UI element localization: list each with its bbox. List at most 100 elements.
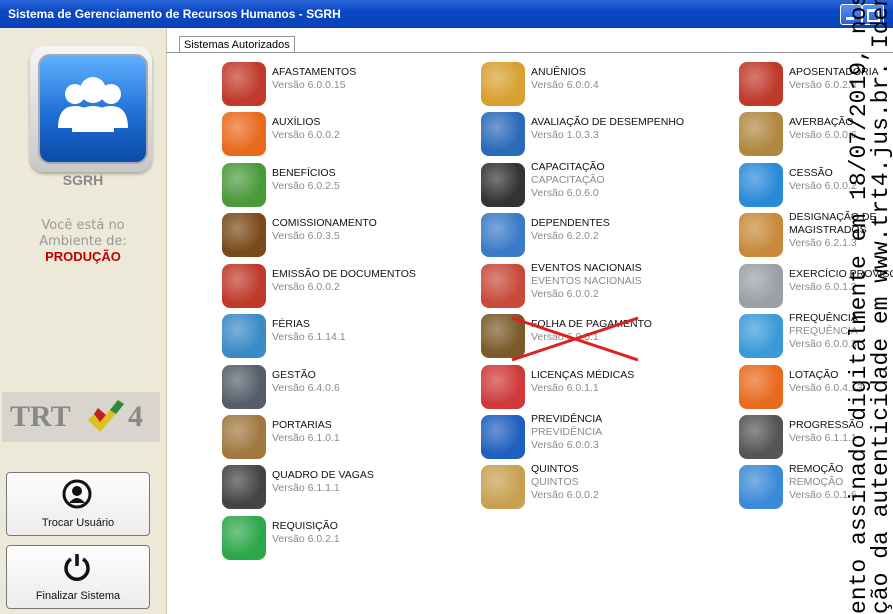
module-gest-o[interactable]: GESTÃO Versão 6.4.0.6 <box>222 365 462 411</box>
module-icon <box>222 415 266 459</box>
module-name: LOTAÇÃO <box>789 369 839 381</box>
module-dependentes[interactable]: DEPENDENTES Versão 6.2.0.2 <box>481 213 721 259</box>
module-name: REMOÇÃO <box>789 463 844 475</box>
module-avalia-o-de-desempenho[interactable]: AVALIAÇÃO DE DESEMPENHO Versão 1.0.3.3 <box>481 112 721 158</box>
module-name: AUXÍLIOS <box>272 116 321 128</box>
module-name: REQUISIÇÃO <box>272 520 338 532</box>
module-eventos-nacionais[interactable]: EVENTOS NACIONAIS EVENTOS NACIONAIS Versão… <box>481 262 721 310</box>
module-icon <box>222 163 266 207</box>
module-version: Versão 6.0.0.2 <box>531 489 599 501</box>
module-version: Versão 6.0.0.3 <box>531 439 599 451</box>
module-name: ANUÊNIOS <box>531 66 586 78</box>
module-icon <box>739 62 783 106</box>
module-icon <box>222 314 266 358</box>
module-name: PREVIDÊNCIA <box>531 413 603 425</box>
module-name: EVENTOS NACIONAIS <box>531 262 642 274</box>
module-name: QUINTOS <box>531 463 579 475</box>
app-logo <box>30 46 152 172</box>
module-icon <box>739 314 783 358</box>
tab-separator <box>166 52 893 53</box>
module-requisi-o[interactable]: REQUISIÇÃO Versão 6.0.2.1 <box>222 516 462 562</box>
module-name: COMISSIONAMENTO <box>272 217 377 229</box>
environment-caption: Você está no Ambiente de: <box>0 218 166 250</box>
module-subtitle: EVENTOS NACIONAIS <box>531 275 642 287</box>
module-anu-nios[interactable]: ANUÊNIOS Versão 6.0.0.4 <box>481 62 721 108</box>
module-icon <box>739 163 783 207</box>
module-icon <box>222 516 266 560</box>
module-icon <box>739 112 783 156</box>
module-icon <box>222 213 266 257</box>
exit-button[interactable]: Finalizar Sistema <box>6 545 150 609</box>
module-version: Versão 6.0.2.5 <box>272 180 340 192</box>
module-licen-as-m-dicas[interactable]: LICENÇAS MÉDICAS Versão 6.0.1.1 <box>481 365 721 411</box>
module-version: Versão 6.0.0.4 <box>531 79 599 91</box>
module-subtitle: QUINTOS <box>531 476 579 488</box>
environment-value: PRODUÇÃO <box>45 249 121 264</box>
module-name: QUADRO DE VAGAS <box>272 469 374 481</box>
module-icon <box>739 213 783 257</box>
switch-user-button[interactable]: Trocar Usuário <box>6 472 150 536</box>
module-comissionamento[interactable]: COMISSIONAMENTO Versão 6.0.3.5 <box>222 213 462 259</box>
module-name: PORTARIAS <box>272 419 332 431</box>
env-line-2: Ambiente de: <box>39 234 127 249</box>
module-version: Versão 6.0.0.15 <box>272 79 346 91</box>
module-subtitle: CAPACITAÇÃO <box>531 174 605 186</box>
module-subtitle: REMOÇÃO <box>789 476 844 488</box>
module-name: BENEFÍCIOS <box>272 167 336 179</box>
tab-authorized-systems[interactable]: Sistemas Autorizados <box>179 36 295 53</box>
module-icon <box>222 62 266 106</box>
module-icon <box>481 415 525 459</box>
module-icon <box>222 465 266 509</box>
module-emiss-o-de-documentos[interactable]: EMISSÃO DE DOCUMENTOS Versão 6.0.0.2 <box>222 264 462 310</box>
module-icon <box>481 264 525 308</box>
module-portarias[interactable]: PORTARIAS Versão 6.1.0.1 <box>222 415 462 461</box>
module-icon <box>481 465 525 509</box>
module-name: EMISSÃO DE DOCUMENTOS <box>272 268 416 280</box>
module-version: Versão 6.0.0.2 <box>272 281 340 293</box>
module-afastamentos[interactable]: AFASTAMENTOS Versão 6.0.0.15 <box>222 62 462 108</box>
module-version: Versão 6.0.0.2 <box>531 288 599 300</box>
module-name: DEPENDENTES <box>531 217 610 229</box>
module-icon <box>222 112 266 156</box>
module-icon <box>481 62 525 106</box>
module-version: Versão 6.4.0.6 <box>272 382 340 394</box>
module-version: Versão 6.0.3.5 <box>272 230 340 242</box>
module-name: LICENÇAS MÉDICAS <box>531 369 635 381</box>
module-name: CAPACITAÇÃO <box>531 161 605 173</box>
sidebar: SGRH Você está no Ambiente de: PRODUÇÃO … <box>0 28 167 614</box>
module-previd-ncia[interactable]: PREVIDÊNCIA PREVIDÊNCIA Versão 6.0.0.3 <box>481 413 721 461</box>
module-icon <box>739 365 783 409</box>
module-icon <box>739 264 783 308</box>
env-line-1: Você está no <box>41 218 125 233</box>
exit-label: Finalizar Sistema <box>35 590 121 602</box>
power-icon <box>64 554 90 581</box>
module-version: Versão 6.1.1.1 <box>272 482 340 494</box>
module-version: Versão 6.0.1.1 <box>531 382 599 394</box>
module-version: Versão 6.2.0.2 <box>531 230 599 242</box>
switch-user-label: Trocar Usuário <box>41 517 115 529</box>
disabled-cross-mark <box>511 316 639 362</box>
window-title: Sistema de Gerenciamento de Recursos Hum… <box>8 7 341 21</box>
module-version: Versão 1.0.3.3 <box>531 129 599 141</box>
module-quintos[interactable]: QUINTOS QUINTOS Versão 6.0.0.2 <box>481 463 721 511</box>
module-name: AVALIAÇÃO DE DESEMPENHO <box>531 116 685 128</box>
signature-watermark: ento assinado digitalmente em 18/07/2019… <box>840 0 893 614</box>
module-capacita-o[interactable]: CAPACITAÇÃO CAPACITAÇÃO Versão 6.0.6.0 <box>481 161 721 209</box>
module-icon <box>481 365 525 409</box>
module-icon <box>481 213 525 257</box>
module-f-rias[interactable]: FÉRIAS Versão 6.1.14.1 <box>222 314 462 360</box>
module-version: Versão 6.0.2.1 <box>272 533 340 545</box>
module-icon <box>222 264 266 308</box>
module-icon <box>481 112 525 156</box>
module-version: Versão 6.0.0.2 <box>272 129 340 141</box>
module-name: AFASTAMENTOS <box>272 66 357 78</box>
module-icon <box>222 365 266 409</box>
app-name-label: SGRH <box>62 172 104 188</box>
module-version: Versão 6.1.14.1 <box>272 331 346 343</box>
users-icon <box>38 54 148 164</box>
module-aux-lios[interactable]: AUXÍLIOS Versão 6.0.0.2 <box>222 112 462 158</box>
module-benef-cios[interactable]: BENEFÍCIOS Versão 6.0.2.5 <box>222 163 462 209</box>
module-quadro-de-vagas[interactable]: QUADRO DE VAGAS Versão 6.1.1.1 <box>222 465 462 511</box>
module-icon <box>739 415 783 459</box>
module-icon <box>481 163 525 207</box>
